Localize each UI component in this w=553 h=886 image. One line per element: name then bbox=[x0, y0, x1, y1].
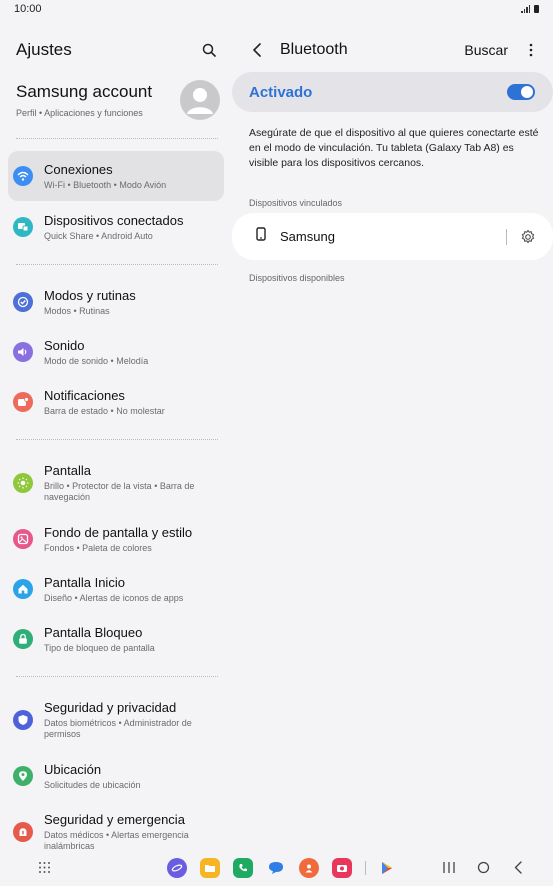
samsung-account[interactable]: Samsung account Perfil • Aplicaciones y … bbox=[16, 78, 220, 122]
menu-item-notificaciones[interactable]: Notificaciones Barra de estado • No mole… bbox=[8, 377, 224, 427]
back-icon[interactable] bbox=[246, 39, 268, 61]
menu-item-pantalla-inicio[interactable]: Pantalla Inicio Diseño • Alertas de icon… bbox=[8, 564, 224, 614]
paired-device-name: Samsung bbox=[280, 229, 335, 244]
sound-icon bbox=[13, 342, 33, 362]
menu-subtitle: Datos médicos • Alertas emergencia inalá… bbox=[44, 830, 189, 851]
folder-icon[interactable] bbox=[200, 858, 220, 878]
menu-item-sonido[interactable]: Sonido Modo de sonido • Melodía bbox=[8, 327, 224, 377]
location-icon bbox=[13, 766, 33, 786]
search-icon[interactable] bbox=[198, 39, 220, 61]
contacts-icon[interactable] bbox=[299, 858, 319, 878]
home-button-icon[interactable] bbox=[477, 861, 490, 879]
gear-icon[interactable] bbox=[517, 226, 539, 248]
menu-subtitle: Wi-Fi • Bluetooth • Modo Avión bbox=[44, 179, 167, 190]
settings-header: Ajustes bbox=[16, 38, 220, 62]
menu-title: Seguridad y emergencia bbox=[44, 812, 185, 827]
menu-subtitle: Fondos • Paleta de colores bbox=[44, 542, 152, 553]
menu-item-modos-rutinas[interactable]: Modos y rutinas Modos • Rutinas bbox=[8, 277, 224, 327]
menu-title: Pantalla bbox=[44, 463, 91, 478]
menu-title: Pantalla Inicio bbox=[44, 574, 125, 590]
available-devices-label: Dispositivos disponibles bbox=[249, 273, 345, 283]
activated-label: Activado bbox=[249, 83, 313, 101]
menu-item-pantalla-bloqueo[interactable]: Pantalla Bloqueo Tipo de bloqueo de pant… bbox=[8, 614, 224, 664]
check-circle-icon bbox=[13, 292, 33, 312]
account-subtitle: Perfil • Aplicaciones y funciones bbox=[16, 108, 143, 118]
menu-item-ubicacion[interactable]: Ubicación Solicitudes de ubicación bbox=[8, 751, 224, 801]
back-button-icon[interactable] bbox=[513, 861, 523, 879]
menu-title: Pantalla Bloqueo bbox=[44, 624, 143, 640]
bluetooth-master-switch[interactable]: Activado bbox=[232, 72, 553, 112]
internet-icon[interactable] bbox=[167, 858, 187, 878]
bluetooth-toggle[interactable] bbox=[507, 84, 535, 100]
menu-title: Seguridad y privacidad bbox=[44, 700, 177, 715]
wifi-icon bbox=[13, 166, 33, 186]
menu-item-conexiones[interactable]: Conexiones Wi-Fi • Bluetooth • Modo Avió… bbox=[8, 151, 224, 201]
visibility-description: Asegúrate de que el dispositivo al que q… bbox=[249, 127, 539, 169]
menu-item-pantalla[interactable]: Pantalla Brillo • Protector de la vista … bbox=[8, 455, 224, 511]
divider bbox=[16, 439, 218, 440]
menu-item-seguridad-privacidad[interactable]: Seguridad y privacidad Datos biométricos… bbox=[8, 692, 224, 748]
messages-icon[interactable] bbox=[266, 858, 286, 878]
bluetooth-title: Bluetooth bbox=[280, 41, 348, 58]
menu-subtitle: Modo de sonido • Melodía bbox=[44, 355, 149, 366]
menu-subtitle: Tipo de bloqueo de pantalla bbox=[44, 642, 155, 653]
menu-title: Dispositivos conectados bbox=[44, 212, 184, 228]
bluetooth-header: Bluetooth Buscar bbox=[246, 38, 542, 62]
tablet-icon bbox=[256, 227, 266, 246]
emergency-icon bbox=[13, 822, 33, 842]
menu-title: Modos y rutinas bbox=[44, 287, 136, 303]
menu-title: Fondo de pantalla y estilo bbox=[44, 524, 193, 540]
menu-item-dispositivos-conectados[interactable]: Dispositivos conectados Quick Share • An… bbox=[8, 202, 224, 252]
more-options-icon[interactable] bbox=[520, 39, 542, 61]
menu-subtitle: Solicitudes de ubicación bbox=[44, 779, 141, 790]
menu-title: Notificaciones bbox=[44, 387, 125, 403]
menu-subtitle: Barra de estado • No molestar bbox=[44, 405, 165, 416]
menu-title: Conexiones bbox=[44, 161, 113, 177]
recent-apps-icon[interactable] bbox=[442, 861, 456, 879]
play-store-icon[interactable] bbox=[377, 858, 397, 878]
menu-subtitle: Quick Share • Android Auto bbox=[44, 230, 153, 241]
phone-icon[interactable] bbox=[233, 858, 253, 878]
wallpaper-icon bbox=[13, 529, 33, 549]
divider bbox=[506, 228, 507, 245]
paired-device-row[interactable]: Samsung bbox=[232, 213, 553, 260]
connected-devices-icon bbox=[13, 217, 33, 237]
menu-subtitle: Diseño • Alertas de iconos de apps bbox=[44, 592, 184, 603]
bluetooth-pane: Bluetooth Buscar Activado Asegúrate de q… bbox=[232, 0, 553, 850]
divider bbox=[16, 676, 218, 677]
search-button[interactable]: Buscar bbox=[464, 42, 508, 58]
account-name: Samsung account bbox=[16, 82, 153, 101]
camera-icon[interactable] bbox=[332, 858, 352, 878]
settings-list-pane: Ajustes Samsung account Perfil • Aplicac… bbox=[0, 0, 232, 851]
divider bbox=[16, 264, 218, 265]
shield-icon bbox=[13, 710, 33, 730]
menu-title: Sonido bbox=[44, 337, 85, 353]
home-icon bbox=[13, 579, 33, 599]
brightness-icon bbox=[13, 473, 33, 493]
notifications-icon bbox=[13, 392, 33, 412]
divider bbox=[365, 861, 366, 875]
avatar[interactable] bbox=[180, 80, 220, 120]
menu-title: Ubicación bbox=[44, 761, 102, 777]
lock-icon bbox=[13, 629, 33, 649]
menu-item-fondo-pantalla[interactable]: Fondo de pantalla y estilo Fondos • Pale… bbox=[8, 514, 224, 564]
navigation-bar bbox=[0, 850, 553, 886]
menu-subtitle: Modos • Rutinas bbox=[44, 305, 110, 316]
page-title: Ajustes bbox=[16, 40, 72, 59]
divider bbox=[16, 138, 218, 139]
paired-devices-label: Dispositivos vinculados bbox=[249, 198, 343, 208]
menu-subtitle: Datos biométricos • Administrador de per… bbox=[44, 718, 192, 739]
app-drawer-icon[interactable] bbox=[38, 861, 51, 879]
menu-subtitle: Brillo • Protector de la vista • Barra d… bbox=[44, 481, 195, 502]
